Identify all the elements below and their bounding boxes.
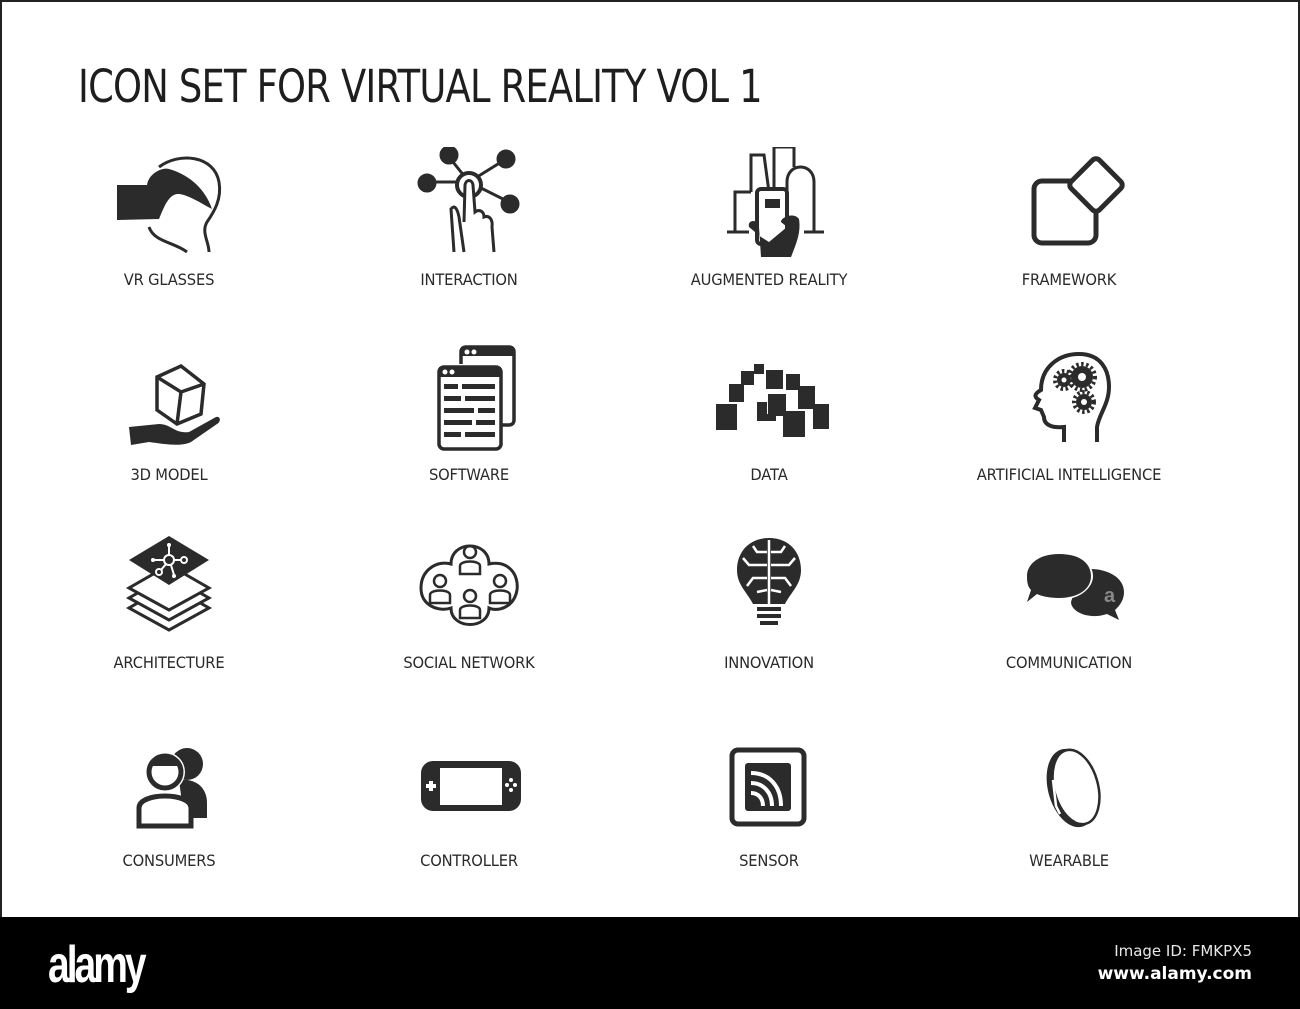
icon-label: VR GLASSES: [123, 270, 215, 289]
icon-cell-framework: FRAMEWORK: [939, 147, 1199, 297]
icon-cell-augmented-reality: AUGMENTED REALITY: [639, 147, 899, 297]
icon-label: ARTIFICIAL INTELLIGENCE: [976, 465, 1162, 484]
icon-label: CONTROLLER: [420, 851, 518, 870]
data-icon: [716, 364, 829, 437]
icon-cell-software: SOFTWARE: [339, 342, 599, 492]
interaction-icon: [417, 147, 520, 253]
icon-label: SENSOR: [739, 851, 799, 870]
icon-label: CONSUMERS: [122, 851, 216, 870]
icon-cell-vr-glasses: VR GLASSES: [39, 147, 299, 297]
icon-label: 3D MODEL: [130, 465, 208, 484]
icon-cell-social-network: SOCIAL NETWORK: [339, 530, 599, 680]
icon-label: FRAMEWORK: [1021, 270, 1117, 289]
icon-cell-sensor: SENSOR: [639, 728, 899, 878]
communication-icon: a: [1025, 552, 1124, 620]
icon-cell-innovation: INNOVATION: [639, 530, 899, 680]
icon-label: AUGMENTED REALITY: [690, 270, 848, 289]
image-id-text: Image ID: FMKPX5: [1114, 942, 1252, 960]
artificial-intelligence-icon: [1032, 351, 1112, 442]
icon-label: INTERACTION: [420, 270, 518, 289]
architecture-icon: [125, 536, 213, 632]
letter-a-glyph: a: [1104, 585, 1116, 607]
icon-label: INNOVATION: [724, 653, 814, 672]
software-icon: [437, 345, 516, 451]
icon-label: ARCHITECTURE: [113, 653, 225, 672]
icon-cell-communication: a COMMUNICATION: [939, 530, 1199, 680]
controller-icon: [421, 761, 521, 811]
icon-label: SOCIAL NETWORK: [403, 653, 535, 672]
sensor-icon: [729, 747, 807, 827]
icon-cell-artificial-intelligence: ARTIFICIAL INTELLIGENCE: [939, 342, 1199, 492]
icon-cell-consumers: CONSUMERS: [39, 728, 299, 878]
website-link[interactable]: www.alamy.com: [1098, 964, 1252, 984]
icon-label: COMMUNICATION: [1005, 653, 1133, 672]
icon-label: DATA: [750, 465, 788, 484]
icon-cell-controller: CONTROLLER: [339, 728, 599, 878]
icon-cell-interaction: INTERACTION: [339, 147, 599, 297]
consumers-icon: [136, 748, 207, 829]
icon-label: WEARABLE: [1029, 851, 1109, 870]
framework-icon: [1031, 156, 1125, 246]
watermark-footer: alamy Image ID: FMKPX5 www.alamy.com: [0, 917, 1300, 1009]
icon-label: SOFTWARE: [428, 465, 510, 484]
3d-model-icon: [129, 363, 220, 445]
innovation-icon: [737, 538, 801, 625]
page-title: ICON SET FOR VIRTUAL REALITY VOL 1: [78, 60, 763, 113]
alamy-logo: alamy: [48, 936, 147, 994]
augmented-reality-icon: [727, 147, 824, 257]
icon-sheet: ICON SET FOR VIRTUAL REALITY VOL 1 VR GL…: [0, 0, 1300, 917]
icon-cell-wearable: WEARABLE: [939, 728, 1199, 878]
icon-cell-architecture: ARCHITECTURE: [39, 530, 299, 680]
social-network-icon: [419, 544, 519, 626]
vr-glasses-icon: [117, 156, 222, 254]
icon-cell-data: DATA: [639, 342, 899, 492]
wearable-icon: [1046, 748, 1101, 828]
icon-cell-3d-model: 3D MODEL: [39, 342, 299, 492]
